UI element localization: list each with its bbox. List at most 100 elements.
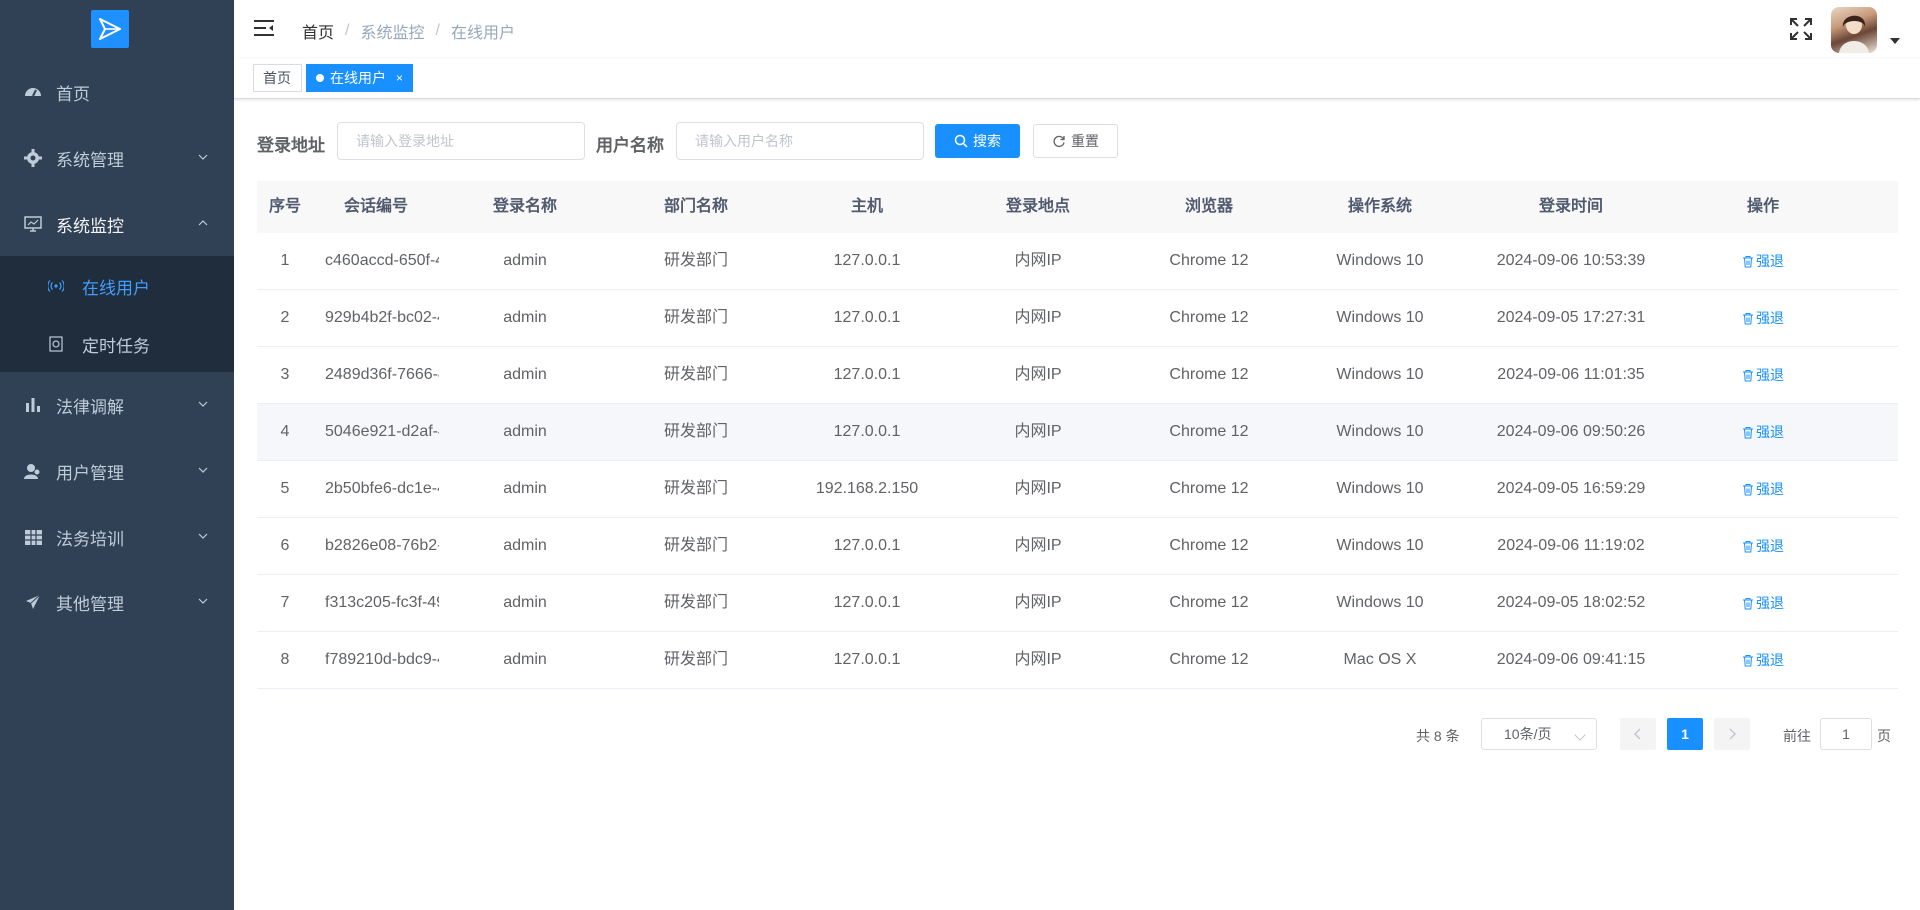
bar-chart-icon — [22, 394, 44, 416]
sidebar-subitem-jobs[interactable]: 定时任务 — [0, 315, 234, 373]
prev-page-button[interactable] — [1620, 718, 1656, 750]
tags-view: 首页 在线用户 × — [234, 58, 1920, 99]
delete-icon — [1743, 369, 1753, 381]
force-logout-button[interactable]: 强退 — [1677, 461, 1849, 517]
tag-online-users[interactable]: 在线用户 × — [306, 64, 414, 92]
table-cell: Chrome 12 — [1169, 309, 1249, 326]
reset-button[interactable]: 重置 — [1033, 124, 1118, 158]
page-number-button[interactable]: 1 — [1667, 718, 1703, 750]
table-cell: admin — [503, 423, 547, 440]
username-input[interactable] — [676, 122, 924, 160]
sidebar-item-system[interactable]: 系统管理 — [0, 130, 234, 186]
chevron-right-icon — [1729, 728, 1736, 740]
tag-label: 首页 — [263, 70, 291, 86]
column-header: 登录时间 — [1538, 198, 1603, 215]
table-row: 7 f313c205-fc3f-49a… admin 研发部门 127.0.0.1 内网I… — [257, 575, 1898, 632]
table-cell: 2489d36f-7666-40… — [325, 366, 439, 383]
table-cell: admin — [503, 252, 547, 269]
table-cell: 1 — [280, 252, 290, 269]
table-cell: Chrome 12 — [1169, 480, 1249, 497]
sidebar-subitem-label: 定时任务 — [82, 336, 150, 356]
sidebar-subitem-online-users[interactable]: 在线用户 — [0, 257, 234, 315]
force-logout-label: 强退 — [1756, 253, 1784, 269]
sidebar-item-other-management[interactable]: 其他管理 — [0, 574, 234, 630]
goto-page-input[interactable] — [1820, 718, 1872, 750]
sidebar-item-user-management[interactable]: 用户管理 — [0, 443, 234, 499]
table-cell: Windows 10 — [1336, 594, 1424, 611]
table-cell: Windows 10 — [1336, 366, 1424, 383]
table-cell: admin — [503, 537, 547, 554]
table-cell: 127.0.0.1 — [833, 651, 901, 668]
table-cell: 研发部门 — [663, 309, 728, 326]
table-icon — [22, 526, 44, 548]
table-cell: 5 — [280, 480, 290, 497]
table-row: 1 c460accd-650f-45… admin 研发部门 127.0.0.1 内网IP… — [257, 233, 1898, 290]
force-logout-button[interactable]: 强退 — [1677, 233, 1849, 289]
page-size-select[interactable]: 10条/页 — [1481, 718, 1597, 750]
sidebar-item-label: 系统监控 — [56, 216, 124, 236]
breadcrumb-home[interactable]: 首页 — [302, 19, 334, 43]
sidebar-item-law-mediation[interactable]: 法律调解 — [0, 377, 234, 433]
table-cell: 内网IP — [1014, 537, 1062, 554]
logo-icon[interactable] — [91, 10, 129, 48]
sidebar-item-label: 法律调解 — [56, 397, 124, 417]
column-header: 主机 — [850, 198, 883, 215]
table-cell: 2024-09-05 17:27:31 — [1496, 309, 1646, 326]
force-logout-button[interactable]: 强退 — [1677, 575, 1849, 631]
sidebar: 首页 系统管理 系统监控 在线用户 定时任务 法律调解 用户管理 法务培训 其他… — [0, 0, 234, 910]
force-logout-button[interactable]: 强退 — [1677, 347, 1849, 403]
force-logout-button[interactable]: 强退 — [1677, 290, 1849, 346]
search-button[interactable]: 搜索 — [935, 124, 1020, 158]
users-icon — [22, 460, 44, 482]
table-cell: admin — [503, 366, 547, 383]
close-icon[interactable]: × — [396, 71, 403, 85]
reset-button-label: 重置 — [1071, 133, 1099, 149]
hamburger-icon[interactable] — [254, 19, 274, 37]
force-logout-button[interactable]: 强退 — [1677, 518, 1849, 574]
table-cell: Chrome 12 — [1169, 252, 1249, 269]
table-cell: 2024-09-06 11:19:02 — [1497, 537, 1645, 554]
breadcrumb-online-users: 在线用户 — [450, 25, 515, 42]
table-cell: f313c205-fc3f-49a… — [325, 594, 439, 611]
table-cell: 5046e921-d2af-4d… — [325, 423, 439, 440]
table-cell: 3 — [280, 366, 290, 383]
sidebar-item-monitor[interactable]: 系统监控 — [0, 196, 234, 252]
table-cell: admin — [503, 594, 547, 611]
force-logout-label: 强退 — [1756, 424, 1784, 440]
caret-down-icon[interactable] — [1890, 38, 1900, 44]
sidebar-item-legal-training[interactable]: 法务培训 — [0, 509, 234, 565]
sidebar-item-home[interactable]: 首页 — [0, 64, 234, 120]
force-logout-label: 强退 — [1756, 595, 1784, 611]
table-cell: 研发部门 — [663, 651, 728, 668]
ipaddr-label: 登录地址 — [257, 136, 325, 155]
breadcrumb-system-monitor: 系统监控 — [360, 25, 425, 42]
table-cell: 4 — [280, 423, 290, 440]
navbar: 首页 / 系统监控 / 在线用户 — [234, 0, 1920, 58]
dashboard-icon — [22, 81, 44, 103]
table-cell: Chrome 12 — [1169, 594, 1249, 611]
table-cell: 2 — [280, 309, 290, 326]
ipaddr-input[interactable] — [337, 122, 585, 160]
sidebar-item-label: 其他管理 — [56, 594, 124, 614]
table-cell: 内网IP — [1014, 309, 1062, 326]
table-cell: 192.168.2.150 — [815, 480, 919, 497]
chevron-down-icon — [198, 533, 208, 539]
next-page-button[interactable] — [1714, 718, 1750, 750]
table-row: 4 5046e921-d2af-4d… admin 研发部门 127.0.0.1 内网IP… — [257, 404, 1898, 461]
fullscreen-icon[interactable] — [1790, 18, 1812, 40]
tag-home[interactable]: 首页 — [253, 64, 302, 92]
force-logout-button[interactable]: 强退 — [1677, 404, 1849, 460]
table-cell: 内网IP — [1014, 423, 1062, 440]
table-cell: 2024-09-05 16:59:29 — [1496, 480, 1646, 497]
table-cell: Chrome 12 — [1169, 537, 1249, 554]
table-cell: 127.0.0.1 — [833, 252, 901, 269]
refresh-icon — [1052, 134, 1066, 148]
page-size-value: 10条/页 — [1504, 726, 1552, 742]
gear-icon — [22, 147, 44, 169]
delete-icon — [1743, 312, 1753, 324]
table-cell: b2826e08-76b2-4… — [325, 537, 439, 554]
force-logout-button[interactable]: 强退 — [1677, 632, 1849, 688]
delete-icon — [1743, 540, 1753, 552]
table-cell: 7 — [280, 594, 290, 611]
avatar[interactable] — [1831, 7, 1877, 53]
